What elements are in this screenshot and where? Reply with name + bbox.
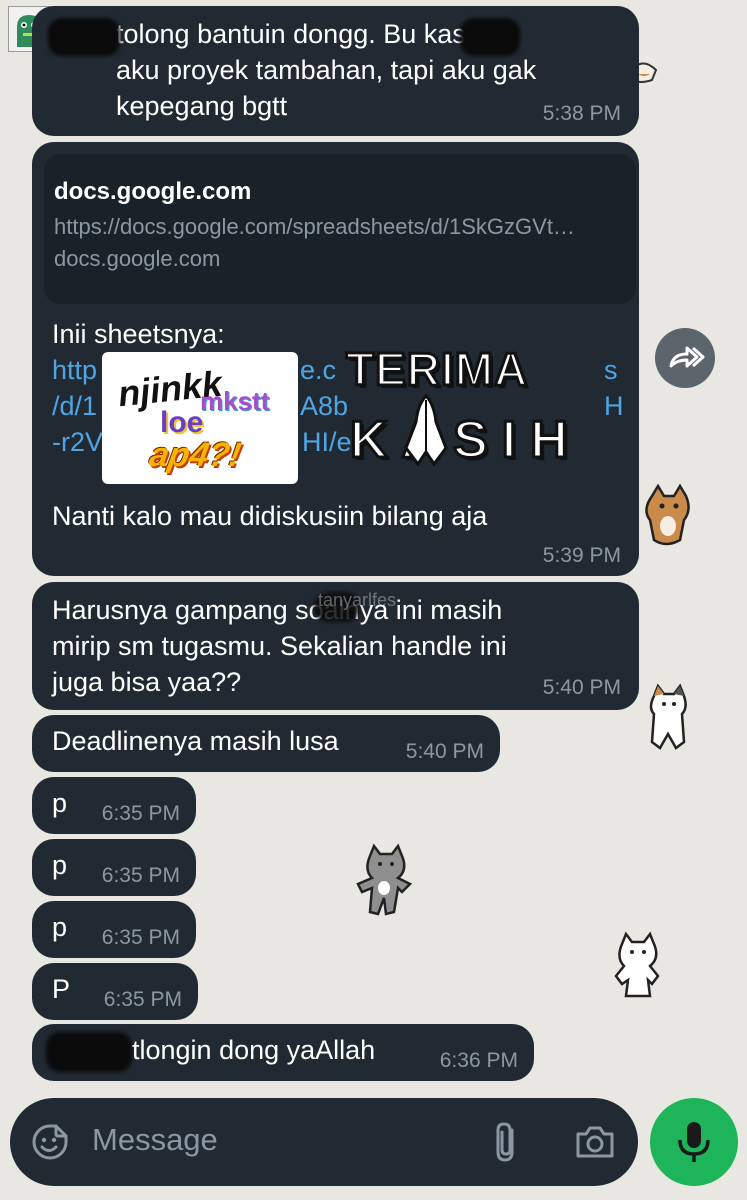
link-preview-card[interactable]: docs.google.com https://docs.google.com/… bbox=[44, 154, 636, 304]
message-text: p bbox=[52, 788, 68, 818]
watermark: tanyarlfes bbox=[318, 590, 397, 610]
redacted-name bbox=[46, 1032, 132, 1072]
voice-record-button[interactable] bbox=[650, 1098, 738, 1186]
terima-kasih-sticker[interactable]: TERIMA KASIH bbox=[340, 340, 580, 476]
message-text-followup: Nanti kalo mau didiskusiin bilang aja bbox=[52, 501, 488, 531]
sticker-line-1: TERIMA bbox=[344, 342, 529, 397]
meme-line-4: ap4?! bbox=[146, 436, 245, 474]
message-text: Deadlinenya masih lusa bbox=[52, 726, 339, 756]
message-time: 5:38 PM bbox=[542, 102, 621, 125]
meme-line-2: mkstt bbox=[200, 386, 270, 416]
sticker-line-2: KASIH bbox=[349, 410, 582, 471]
link-fragment: /d/1 bbox=[52, 391, 98, 421]
message-bubble[interactable]: p 6:35 PM bbox=[32, 777, 196, 834]
forward-icon bbox=[669, 346, 705, 368]
cat-sticker-white bbox=[614, 931, 660, 998]
message-bubble[interactable]: tolong bantuin dongg. Bu kasih aku proye… bbox=[32, 6, 639, 136]
message-text: tlongin dong yaAllah bbox=[132, 1035, 376, 1065]
chat-screen: tolong bantuin dongg. Bu kasih aku proye… bbox=[0, 0, 747, 1200]
message-time: 6:35 PM bbox=[101, 864, 180, 887]
message-bubble[interactable]: p 6:35 PM bbox=[32, 901, 196, 958]
message-bubble[interactable]: p 6:35 PM bbox=[32, 839, 196, 896]
cat-sticker-calico bbox=[649, 683, 687, 750]
message-input[interactable]: Message bbox=[92, 1122, 218, 1158]
message-time: 6:35 PM bbox=[101, 926, 180, 949]
message-time: 5:39 PM bbox=[542, 544, 621, 567]
link-preview-title: docs.google.com bbox=[54, 178, 252, 205]
cat-sticker-gray bbox=[356, 843, 413, 916]
link-fragment: e.c bbox=[300, 355, 337, 385]
forward-button[interactable] bbox=[655, 328, 715, 388]
message-text: P bbox=[52, 974, 71, 1004]
paperclip-icon[interactable] bbox=[488, 1120, 524, 1164]
message-time: 5:40 PM bbox=[542, 676, 621, 699]
message-time: 6:35 PM bbox=[101, 802, 180, 825]
message-composer[interactable]: Message bbox=[10, 1098, 638, 1186]
link-preview-domain: docs.google.com bbox=[54, 246, 221, 271]
camera-icon[interactable] bbox=[574, 1122, 616, 1162]
microphone-icon bbox=[678, 1122, 710, 1162]
redacted-name bbox=[460, 18, 520, 56]
cat-sticker-orange bbox=[645, 483, 690, 546]
link-fragment: -r2V bbox=[52, 427, 104, 457]
message-time: 5:40 PM bbox=[405, 740, 484, 763]
praying-hands-icon bbox=[404, 393, 448, 467]
meme-line-3: loe bbox=[160, 406, 204, 439]
meme-sticker[interactable]: njinkk mkstt loe ap4?! bbox=[102, 352, 298, 484]
message-text: p bbox=[52, 850, 68, 880]
message-bubble[interactable]: Deadlinenya masih lusa 5:40 PM bbox=[32, 715, 500, 772]
message-time: 6:35 PM bbox=[103, 988, 182, 1011]
message-text: p bbox=[52, 912, 68, 942]
message-time: 6:36 PM bbox=[439, 1049, 518, 1072]
link-fragment: H bbox=[604, 391, 624, 421]
message-bubble[interactable]: P 6:35 PM bbox=[32, 963, 198, 1020]
link-fragment: s bbox=[604, 355, 618, 385]
redacted-name bbox=[48, 18, 120, 56]
link-preview-url: https://docs.google.com/spreadsheets/d/1… bbox=[54, 214, 575, 239]
link-fragment: http bbox=[52, 355, 98, 385]
message-bubble[interactable]: tlongin dong yaAllah 6:36 PM bbox=[32, 1024, 534, 1081]
emoji-icon[interactable] bbox=[30, 1122, 70, 1162]
